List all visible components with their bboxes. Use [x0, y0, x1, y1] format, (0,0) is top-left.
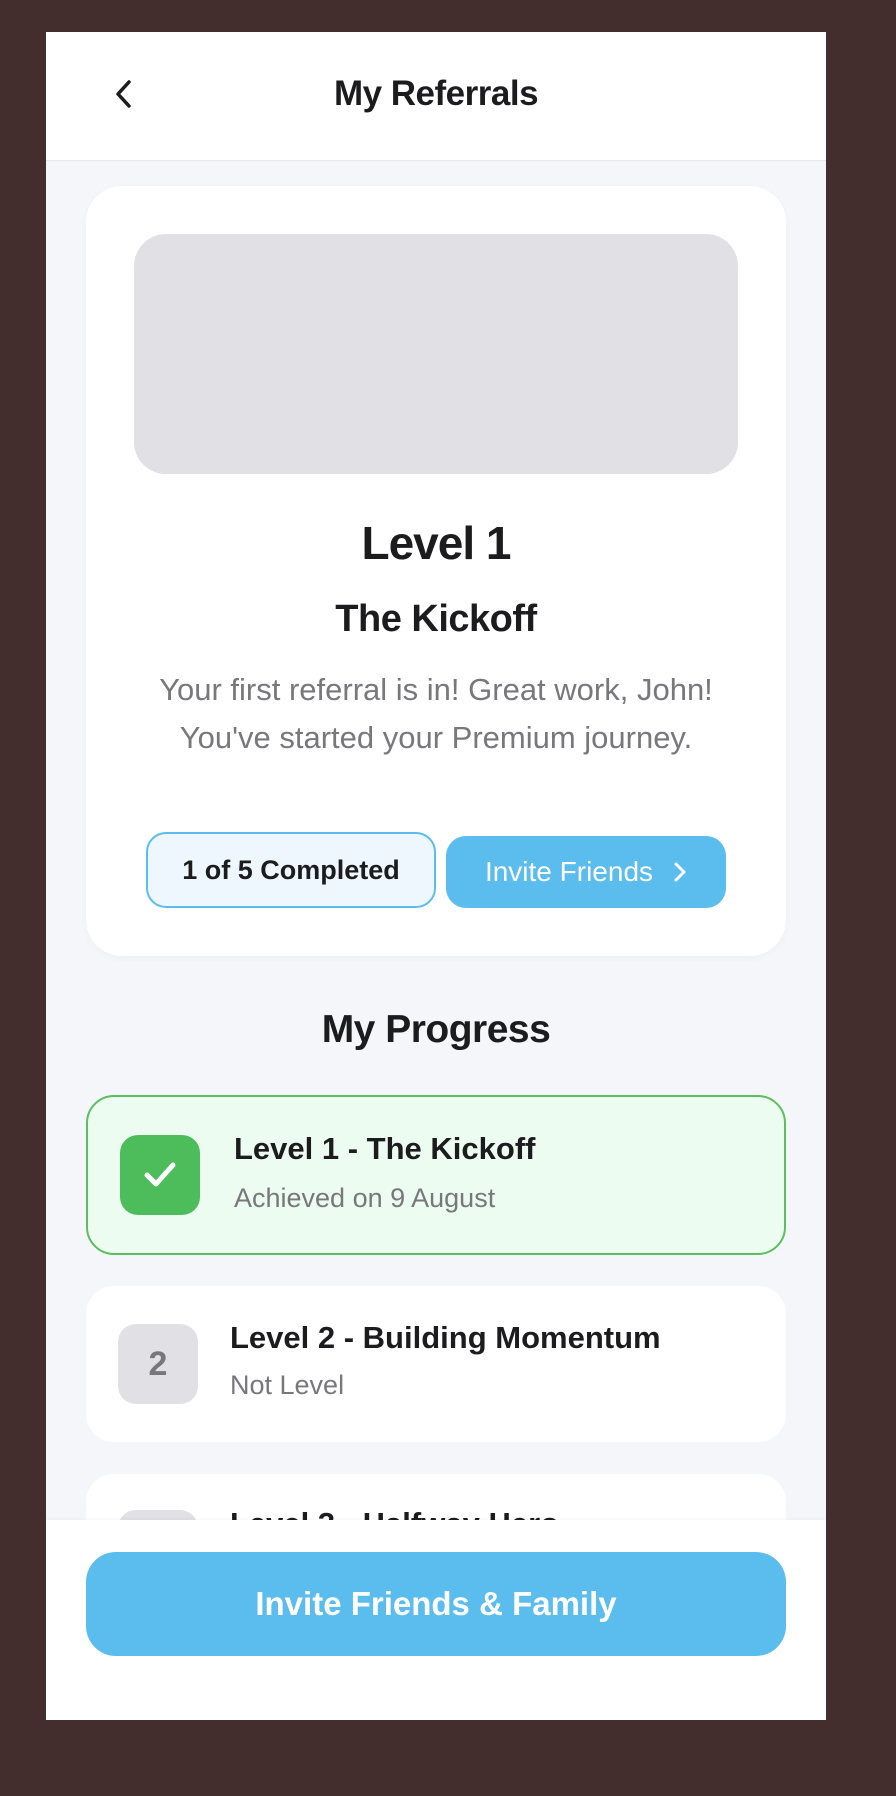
invite-friends-family-button[interactable]: Invite Friends & Family — [86, 1552, 786, 1656]
level-1-title: Level 1 - The Kickoff — [234, 1131, 536, 1166]
current-level-label: Level 1 — [361, 517, 512, 569]
app-screen: My Referrals Level 1 The Kickoff Your fi… — [46, 32, 826, 1720]
bottom-action-bar: Invite Friends & Family — [46, 1520, 826, 1720]
invite-friends-button[interactable]: Invite Friends — [446, 836, 726, 908]
progress-section-title: My Progress — [321, 1008, 551, 1051]
level-1-badge — [120, 1135, 200, 1215]
invite-friends-family-label: Invite Friends & Family — [255, 1585, 617, 1622]
completion-status-label: 1 of 5 Completed — [182, 854, 400, 885]
page-title: My Referrals — [333, 74, 539, 113]
completion-status-badge: 1 of 5 Completed — [146, 832, 436, 908]
level-2-title: Level 2 - Building Momentum — [230, 1320, 661, 1355]
level-2-badge: 2 — [118, 1324, 198, 1404]
chevron-right-icon — [673, 861, 687, 883]
current-level-card: Level 1 The Kickoff Your first referral … — [86, 186, 786, 956]
level-item-1[interactable]: Level 1 - The Kickoff Achieved on 9 Augu… — [86, 1095, 786, 1255]
description-line-1: Your first referral is in! Great work, J… — [159, 672, 713, 707]
check-icon — [144, 1162, 176, 1187]
level-1-status: Achieved on 9 August — [234, 1183, 496, 1213]
level-2-status: Not Level — [230, 1370, 345, 1400]
current-level-description: Your first referral is in! Great work, J… — [126, 666, 746, 762]
description-line-2: You've started your Premium journey. — [179, 720, 693, 755]
level-item-2[interactable]: 2 Level 2 - Building Momentum Not Level — [86, 1286, 786, 1442]
current-level-name: The Kickoff — [335, 598, 537, 640]
top-bar: My Referrals — [46, 32, 826, 161]
invite-friends-label: Invite Friends — [484, 856, 654, 887]
level-image-placeholder — [134, 234, 738, 474]
